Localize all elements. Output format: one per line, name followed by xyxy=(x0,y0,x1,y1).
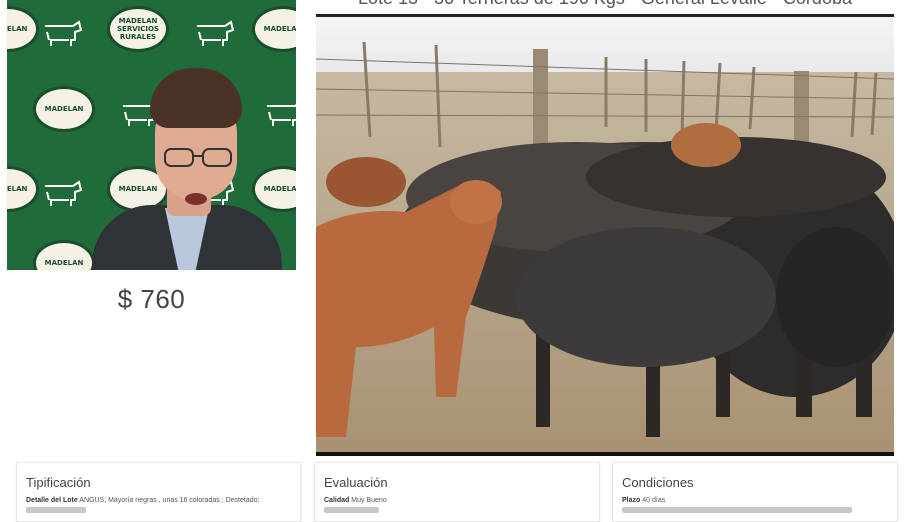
card-title: Evaluación xyxy=(324,475,388,490)
card-title: Tipificación xyxy=(26,475,91,490)
madelan-logo: MADELAN xyxy=(7,6,39,52)
cattle-scene xyxy=(316,17,894,452)
card-detail-line: Calidad Muy Bueno xyxy=(324,496,590,506)
madelan-logo: MADELAN xyxy=(7,166,39,212)
detail-label: Detalle del Lote xyxy=(26,497,78,504)
detail-value: 40 días xyxy=(642,497,666,504)
lot-video[interactable] xyxy=(316,14,894,456)
detail-value: Muy Bueno xyxy=(351,497,387,504)
current-price: $ 760 xyxy=(117,284,186,314)
presenter-mouth xyxy=(185,193,207,205)
presenter-hair xyxy=(150,68,242,128)
logo-text: MADELAN SERVICIOS RURALES xyxy=(117,17,159,41)
card-title: Condiciones xyxy=(622,475,694,490)
madelan-logo: MADELAN xyxy=(252,166,296,212)
detail-label: Calidad xyxy=(324,497,350,504)
madelan-logo: MADELAN SERVICIOS RURALES xyxy=(107,6,169,52)
card-evaluacion: Evaluación Calidad Muy Bueno xyxy=(314,462,600,522)
lot-title: Lote 13 - 30 Terneras de 190 Kgs - Gener… xyxy=(316,0,894,9)
madelan-logo: MADELAN xyxy=(33,86,95,132)
card-detail-line: Plazo 40 días xyxy=(622,496,888,506)
card-tipificacion: Tipificación Detalle del Lote ANGUS; May… xyxy=(16,462,301,522)
card-condiciones: Condiciones Plazo 40 días xyxy=(612,462,898,522)
card-detail-line: Detalle del Lote ANGUS; Mayoría negras ,… xyxy=(26,496,291,506)
detail-value: ANGUS; Mayoría negras , unas 16 colorada… xyxy=(79,497,260,504)
presenter-video[interactable]: MADELANSERVICIOS RURALES MADELAN MADELAN… xyxy=(7,0,296,270)
cow-icon xyxy=(197,20,235,46)
cow-icon xyxy=(45,180,83,206)
madelan-logo: MADELAN xyxy=(33,240,95,270)
cow-icon xyxy=(267,104,296,126)
madelan-logo: MADELAN xyxy=(252,6,296,52)
cow-icon xyxy=(45,20,83,46)
detail-label: Plazo xyxy=(622,497,641,504)
glasses-icon xyxy=(164,148,232,167)
